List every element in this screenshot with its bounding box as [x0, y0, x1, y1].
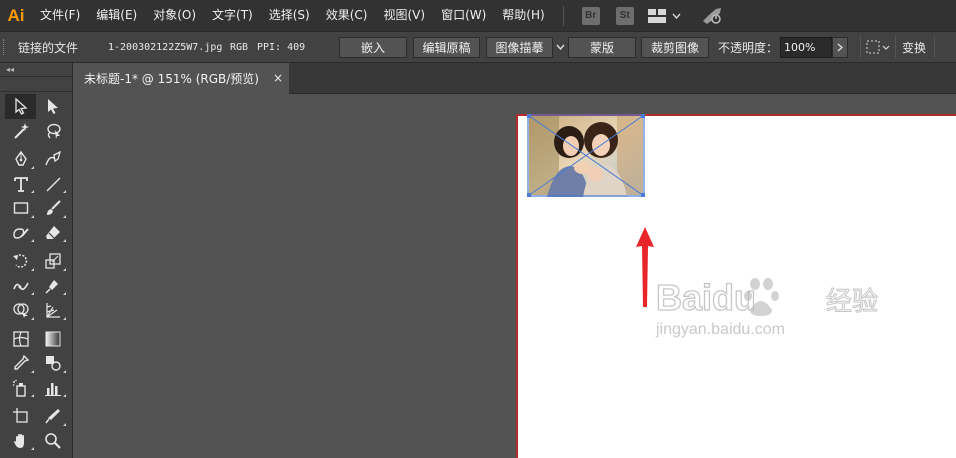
pen-tool-icon[interactable] — [5, 147, 36, 172]
zoom-tool-icon[interactable] — [37, 429, 68, 454]
ppi-value: PPI: 409 — [257, 41, 306, 53]
bridge-badge[interactable]: Br — [581, 6, 600, 25]
menu-divider — [562, 5, 564, 26]
gradient-tool-icon[interactable] — [37, 327, 68, 352]
menu-help[interactable]: 帮助(H) — [494, 0, 552, 31]
close-icon[interactable]: × — [273, 71, 283, 85]
curvature-tool-icon[interactable] — [37, 147, 68, 172]
transform-link[interactable]: 变换 — [902, 39, 928, 56]
rotate-tool-icon[interactable] — [5, 249, 36, 274]
menu-object[interactable]: 对象(O) — [145, 0, 204, 31]
hand-tool-icon[interactable] — [5, 429, 36, 454]
document-tab-bar: 未标题-1* @ 151% (RGB/预览) × — [74, 63, 956, 94]
crop-image-button[interactable]: 裁剪图像 — [641, 36, 709, 58]
direct-selection-tool-icon[interactable] — [37, 94, 68, 119]
chevron-down-icon — [555, 44, 565, 50]
perspective-grid-tool-icon[interactable] — [37, 298, 68, 323]
panel-collapse-icon[interactable]: ◂◂ — [0, 63, 72, 77]
edit-original-button[interactable]: 编辑原稿 — [413, 36, 480, 58]
opacity-arrow-button[interactable] — [832, 36, 848, 58]
placed-linked-image[interactable] — [527, 114, 645, 197]
line-segment-tool-icon[interactable] — [37, 172, 68, 197]
chevron-down-icon — [882, 45, 890, 50]
menu-edit[interactable]: 编辑(E) — [88, 0, 145, 31]
control-bar-grip[interactable] — [0, 31, 8, 63]
color-mode: RGB — [230, 41, 249, 53]
menu-view[interactable]: 视图(V) — [375, 0, 433, 31]
image-trace-button[interactable]: 图像描摹 — [486, 36, 553, 58]
image-trace-dropdown[interactable] — [553, 44, 567, 50]
baidu-jingyan-watermark: Baidu 经验 jingyan.baidu.com — [655, 276, 879, 338]
scale-tool-icon[interactable] — [37, 249, 68, 274]
paintbrush-tool-icon[interactable] — [37, 196, 68, 221]
workspace-layout-icon[interactable] — [647, 8, 666, 23]
lasso-tool-icon[interactable] — [37, 119, 68, 144]
width-tool-icon[interactable] — [5, 274, 36, 299]
document-tab[interactable]: 未标题-1* @ 151% (RGB/预览) × — [74, 63, 289, 94]
watermark-suffix: 经验 — [826, 287, 878, 317]
chevron-right-icon — [837, 42, 843, 52]
eraser-tool-icon[interactable] — [37, 221, 68, 246]
watermark-brand: Baidu — [656, 277, 756, 318]
magic-wand-tool-icon[interactable] — [5, 119, 36, 144]
menu-file[interactable]: 文件(F) — [32, 0, 88, 31]
document-tab-title: 未标题-1* @ 151% (RGB/预览) — [84, 72, 259, 86]
tools-panel: ◂◂ — [0, 63, 73, 458]
app-logo: Ai — [7, 5, 25, 25]
menu-effect[interactable]: 效果(C) — [318, 0, 376, 31]
column-graph-tool-icon[interactable] — [37, 376, 68, 401]
watermark-url: jingyan.baidu.com — [655, 321, 785, 338]
blend-tool-icon[interactable] — [37, 351, 68, 376]
control-bar-divider — [934, 36, 935, 58]
menu-bar: Ai 文件(F) 编辑(E) 对象(O) 文字(T) 选择(S) 效果(C) 视… — [0, 0, 956, 31]
gpu-rocket-icon[interactable] — [701, 7, 723, 25]
align-selection-icon — [866, 40, 880, 54]
mesh-tool-icon[interactable] — [5, 327, 36, 352]
tools-panel-grip[interactable] — [0, 77, 72, 92]
menu-select[interactable]: 选择(S) — [261, 0, 318, 31]
symbol-sprayer-tool-icon[interactable] — [5, 376, 36, 401]
control-bar: 链接的文件 1-200302122Z5W7.jpg RGB PPI: 409 嵌… — [0, 31, 956, 63]
file-name: 1-200302122Z5W7.jpg — [108, 41, 223, 53]
linked-file-link[interactable]: 链接的文件 — [18, 39, 108, 56]
puppet-warp-tool-icon[interactable] — [37, 274, 68, 299]
shape-builder-tool-icon[interactable] — [5, 298, 36, 323]
eyedropper-tool-icon[interactable] — [5, 351, 36, 376]
selection-tool-icon[interactable] — [5, 94, 36, 119]
align-options[interactable] — [861, 40, 895, 54]
menu-window[interactable]: 窗口(W) — [433, 0, 494, 31]
slice-tool-icon[interactable] — [37, 404, 68, 429]
chevron-down-icon[interactable] — [672, 13, 681, 19]
shaper-tool-icon[interactable] — [5, 221, 36, 246]
opacity-label[interactable]: 不透明度： — [718, 39, 780, 56]
stock-badge[interactable]: St — [615, 6, 634, 25]
rectangle-tool-icon[interactable] — [5, 196, 36, 221]
menu-type[interactable]: 文字(T) — [204, 0, 261, 31]
artboard-tool-icon[interactable] — [5, 404, 36, 429]
opacity-input[interactable]: 100% — [780, 36, 832, 58]
control-bar-divider — [895, 36, 896, 58]
embed-button[interactable]: 嵌入 — [339, 36, 407, 58]
type-tool-icon[interactable] — [5, 172, 36, 197]
mask-button[interactable]: 蒙版 — [568, 36, 636, 58]
